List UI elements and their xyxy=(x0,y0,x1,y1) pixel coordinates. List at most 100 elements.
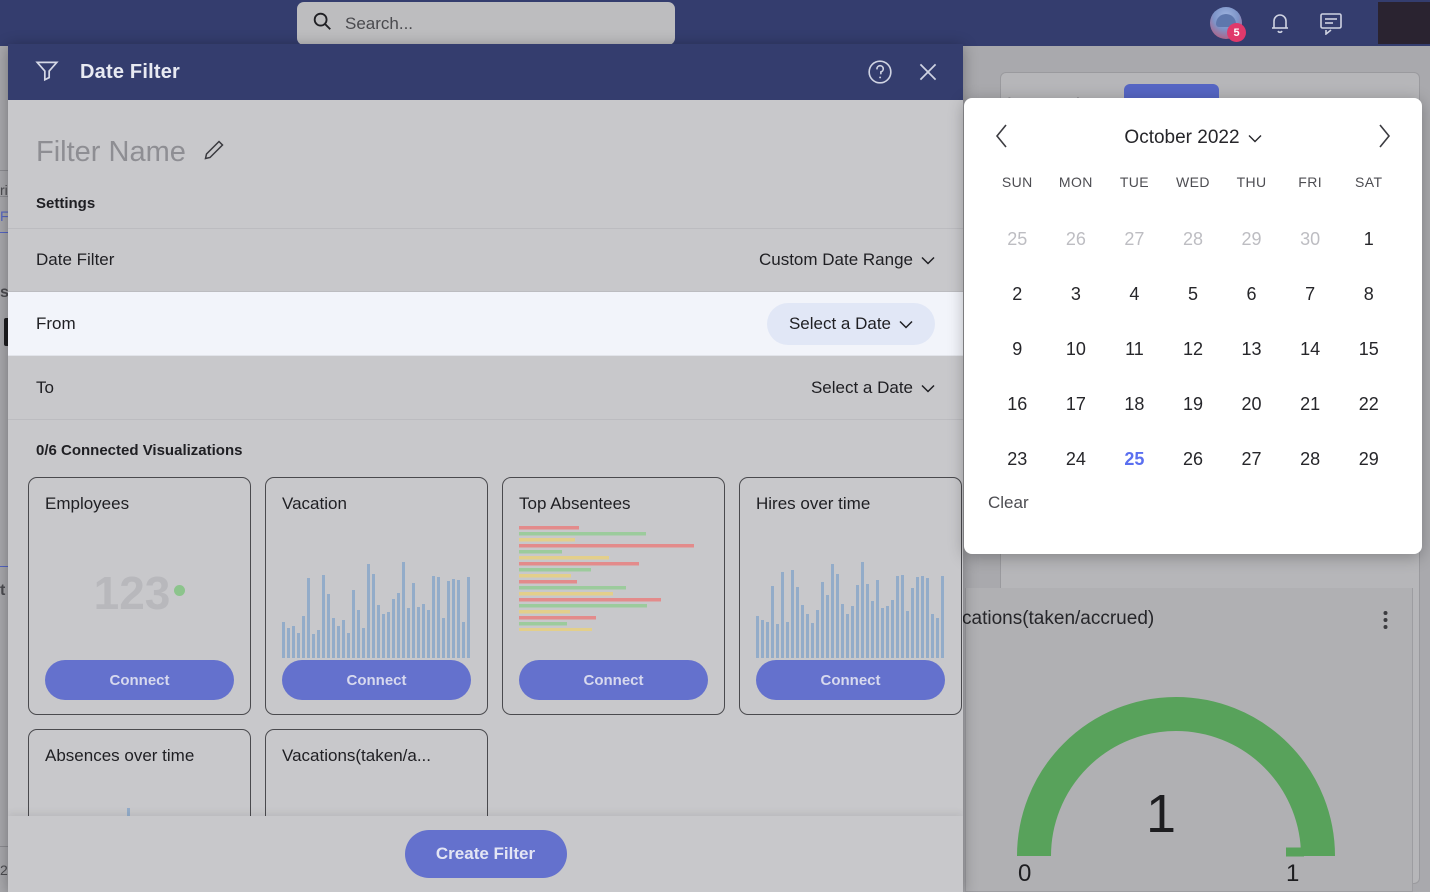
calendar-header: October 2022 xyxy=(988,116,1398,160)
calendar-day-cell[interactable]: 27 xyxy=(1222,432,1281,487)
calendar-weekday-header: WED xyxy=(1176,174,1210,190)
calendar-day-cell[interactable]: 28 xyxy=(1164,212,1223,267)
help-circle-icon[interactable] xyxy=(867,59,893,85)
connect-button[interactable]: Connect xyxy=(282,660,471,700)
top-bar-end-block xyxy=(1378,2,1430,44)
setting-label: To xyxy=(36,377,54,397)
calendar-day-cell[interactable]: 2 xyxy=(988,267,1047,322)
calendar-day-cell[interactable]: 20 xyxy=(1222,377,1281,432)
calendar-day-cell[interactable]: 30 xyxy=(1281,212,1340,267)
filter-name-input[interactable]: Filter Name xyxy=(36,136,186,169)
background-text-fragment: 2 xyxy=(0,862,8,878)
setting-value: Select a Date xyxy=(810,377,913,397)
calendar-day-cell[interactable]: 5 xyxy=(1164,267,1223,322)
background-text-fragment: t xyxy=(0,582,6,599)
from-date-dropdown[interactable]: Select a Date xyxy=(766,302,935,345)
connect-button[interactable]: Connect xyxy=(756,660,945,700)
close-icon[interactable] xyxy=(915,59,941,85)
viz-thumb-hbars xyxy=(519,522,708,660)
calendar-weekday-header: SUN xyxy=(1001,174,1033,190)
calendar-day-cell[interactable]: 27 xyxy=(1105,212,1164,267)
date-picker-popup: October 2022 SUN MON TUE WED THU FRI SAT 25 26 27… xyxy=(964,98,1422,554)
connect-button[interactable]: Connect xyxy=(519,660,708,700)
calendar-day-cell[interactable]: 26 xyxy=(1164,432,1223,487)
search-icon xyxy=(311,10,333,37)
setting-row-to[interactable]: To Select a Date xyxy=(8,356,963,420)
bell-icon[interactable] xyxy=(1268,10,1292,36)
setting-value: Select a Date xyxy=(788,313,891,333)
calendar-day-cell[interactable]: 15 xyxy=(1339,322,1398,377)
calendar-day-cell[interactable]: 29 xyxy=(1339,432,1398,487)
create-filter-button[interactable]: Create Filter xyxy=(404,830,567,878)
setting-row-date-filter[interactable]: Date Filter Custom Date Range xyxy=(8,228,963,292)
chevron-left-icon[interactable] xyxy=(988,123,1016,154)
calendar-day-cell[interactable]: 4 xyxy=(1105,267,1164,322)
calendar-weekday-header: TUE xyxy=(1119,174,1150,190)
viz-card-vacation[interactable]: Vacation Connect xyxy=(265,477,488,715)
kpi-value: 123 xyxy=(45,566,234,620)
viz-thumb-bars xyxy=(756,522,945,660)
calendar-clear-button[interactable]: Clear xyxy=(988,493,1029,513)
calendar-month-year-label: October 2022 xyxy=(1124,127,1240,148)
gauge-value: 1 xyxy=(1145,784,1177,844)
calendar-day-cell[interactable]: 23 xyxy=(988,432,1047,487)
search-placeholder: Search... xyxy=(345,13,414,33)
viz-thumb-kpi: 123 xyxy=(45,522,234,660)
calendar-day-cell[interactable]: 9 xyxy=(988,322,1047,377)
calendar-day-cell[interactable]: 8 xyxy=(1339,267,1398,322)
calendar-day-cell[interactable]: 29 xyxy=(1222,212,1281,267)
avatar[interactable]: 5 xyxy=(1210,7,1246,42)
kpi-status-dot xyxy=(174,585,186,597)
pencil-icon[interactable] xyxy=(202,138,226,167)
settings-heading: Settings xyxy=(36,195,96,212)
viz-card-title: Absences over time xyxy=(45,746,195,765)
more-vertical-icon[interactable] xyxy=(1383,610,1388,635)
chat-icon[interactable] xyxy=(1318,11,1344,35)
calendar-day-cell[interactable]: 18 xyxy=(1105,377,1164,432)
connect-button[interactable]: Connect xyxy=(45,660,234,700)
calendar-day-cell[interactable]: 13 xyxy=(1222,322,1281,377)
calendar-day-cell[interactable]: 16 xyxy=(988,377,1047,432)
setting-row-from[interactable]: From Select a Date xyxy=(8,292,963,356)
viz-card-top-absentees[interactable]: Top Absentees Connect xyxy=(502,477,725,715)
calendar-day-cell[interactable]: 7 xyxy=(1281,267,1340,322)
setting-label: From xyxy=(36,313,76,333)
calendar-day-cell[interactable]: 24 xyxy=(1047,432,1106,487)
setting-label: Date Filter xyxy=(36,250,115,269)
calendar-day-cell[interactable]: 28 xyxy=(1281,432,1340,487)
chevron-down-icon xyxy=(1248,127,1262,149)
background-gauge-card: cations(taken/accrued) 1 0 1 xyxy=(962,588,1413,892)
calendar-day-cell[interactable]: 1 xyxy=(1339,212,1398,267)
calendar-day-cell[interactable]: 22 xyxy=(1339,377,1398,432)
calendar-day-cell[interactable]: 12 xyxy=(1164,322,1223,377)
modal-title: Date Filter xyxy=(80,60,181,83)
avatar-badge: 5 xyxy=(1227,23,1246,42)
calendar-day-cell[interactable]: 17 xyxy=(1047,377,1106,432)
calendar-day-cell[interactable]: 19 xyxy=(1164,377,1223,432)
gauge-min-label: 0 xyxy=(1018,860,1032,887)
filter-name-row[interactable]: Filter Name xyxy=(8,100,963,169)
calendar-month-year-dropdown[interactable]: October 2022 xyxy=(1124,127,1262,149)
calendar-day-cell[interactable]: 21 xyxy=(1281,377,1340,432)
search-input[interactable]: Search... xyxy=(297,2,675,45)
calendar-day-cell[interactable]: 11 xyxy=(1105,322,1164,377)
calendar-day-cell[interactable]: 14 xyxy=(1281,322,1340,377)
top-bar-actions: 5 xyxy=(1210,0,1430,46)
viz-card-title: Employees xyxy=(45,494,130,513)
calendar-day-cell[interactable]: 3 xyxy=(1047,267,1106,322)
calendar-day-cell[interactable]: 10 xyxy=(1047,322,1106,377)
chevron-right-icon[interactable] xyxy=(1370,123,1398,154)
viz-card-title: Vacations(taken/a... xyxy=(282,746,431,765)
viz-card-employees[interactable]: Employees 123 Connect xyxy=(28,477,251,715)
viz-card-hires-over-time[interactable]: Hires over time Connect xyxy=(739,477,962,715)
calendar-day-cell[interactable]: 25 xyxy=(988,212,1047,267)
calendar-day-cell[interactable]: 6 xyxy=(1222,267,1281,322)
date-filter-dropdown[interactable]: Custom Date Range xyxy=(759,250,935,270)
calendar-day-cell[interactable]: 25 xyxy=(1105,432,1164,487)
viz-card-title: Hires over time xyxy=(756,494,871,513)
calendar-weekday-header: THU xyxy=(1236,174,1267,190)
calendar-day-cell[interactable]: 26 xyxy=(1047,212,1106,267)
to-date-dropdown[interactable]: Select a Date xyxy=(811,378,935,398)
setting-value: Custom Date Range xyxy=(758,250,913,269)
calendar-grid: SUN MON TUE WED THU FRI SAT 25 26 27 28 29 30 1 2 3 4 5 6 7… xyxy=(988,174,1398,487)
